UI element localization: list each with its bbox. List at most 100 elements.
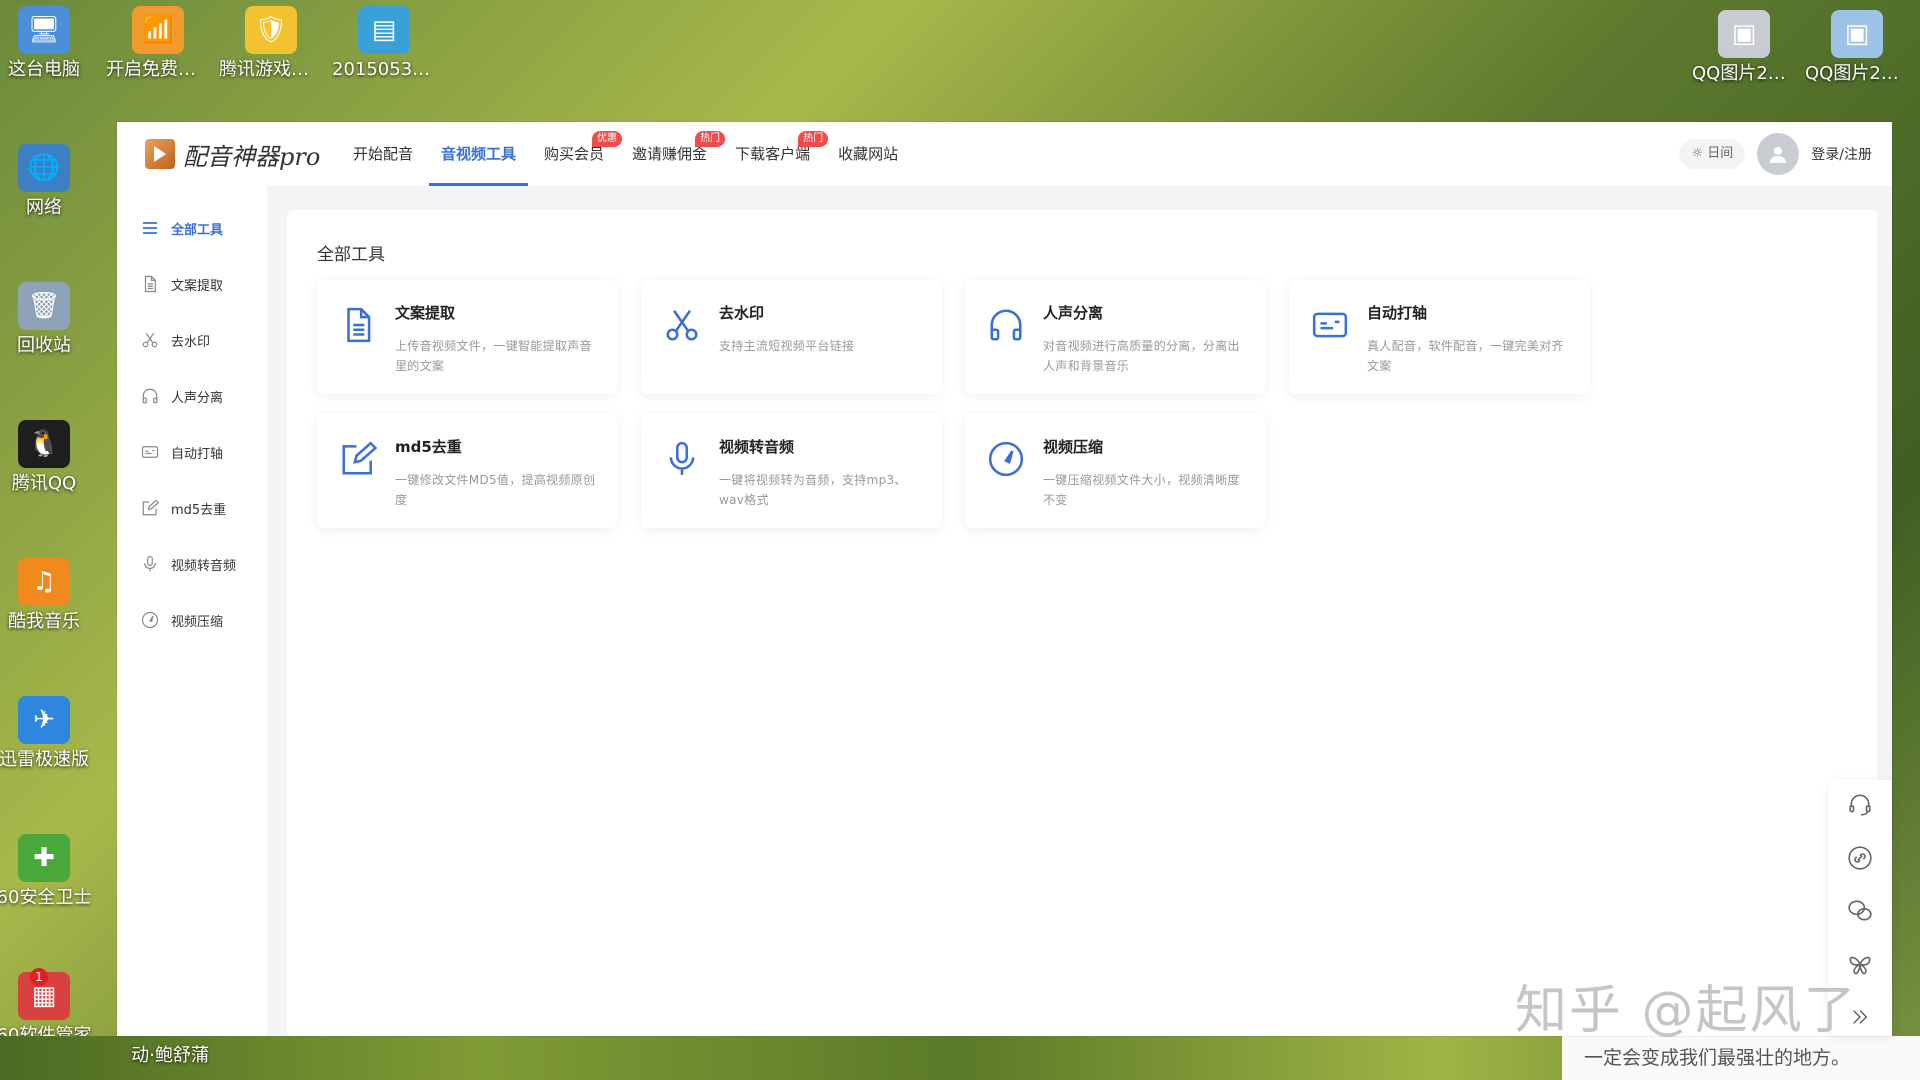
sidebar-item-1[interactable]: 文案提取 xyxy=(117,256,267,312)
notification-badge: 1 xyxy=(30,968,48,986)
main-nav: 开始配音 音视频工具 购买会员 优惠 邀请赚佣金 热门 下载客户端 热门 收藏网站 xyxy=(341,122,914,186)
tool-card-title: 视频转音频 xyxy=(719,438,795,456)
top-navigation-bar: 配音神器pro 开始配音 音视频工具 购买会员 优惠 邀请赚佣金 热门 下载客户端 热门 收藏网… xyxy=(117,122,1892,186)
tool-card[interactable]: md5去重 一键修改文件MD5值，提高视频原创度 xyxy=(317,414,617,528)
desktop-shortcut[interactable]: 🗑 回收站 xyxy=(0,282,96,358)
sidebar-item-2[interactable]: 去水印 xyxy=(117,312,267,368)
tool-card[interactable]: 视频压缩一键压缩视频文件大小，视频清晰度不变 xyxy=(965,414,1265,528)
sidebar-item-5[interactable]: md5去重 xyxy=(117,480,267,536)
document-icon xyxy=(339,306,377,344)
nav-item-5[interactable]: 收藏网站 xyxy=(826,122,910,186)
subtitle-icon xyxy=(1311,306,1349,344)
desktop-shortcut[interactable]: ✚ 60安全卫士 xyxy=(0,834,96,910)
app-window: 配音神器pro 开始配音 音视频工具 购买会员 优惠 邀请赚佣金 热门 下载客户端 热门 收藏网… xyxy=(117,122,1892,1036)
game-platform-icon: 🛡 xyxy=(245,6,297,54)
sidebar: 全部工具文案提取去水印人声分离自动打轴 md5去重视频转音频视频压缩 xyxy=(117,186,267,1036)
wechat-button[interactable] xyxy=(1828,886,1892,939)
desktop-shortcut-label: QQ图片20150529... xyxy=(1692,63,1796,84)
sidebar-item-label: 自动打轴 xyxy=(171,446,224,462)
tool-card-title: 去水印 xyxy=(719,304,765,322)
app-name: 配音神器pro xyxy=(183,142,321,171)
gauge-icon xyxy=(987,440,1025,478)
nav-item-3[interactable]: 邀请赚佣金 热门 xyxy=(620,122,726,186)
desktop-shortcut[interactable]: ▣ QQ图片20150529... xyxy=(1692,10,1796,86)
sidebar-item-6[interactable]: 视频转音频 xyxy=(117,536,267,592)
scissors-icon xyxy=(141,331,159,349)
desktop-shortcut[interactable]: 🛡 腾讯游戏平台 xyxy=(219,6,323,82)
nav-item-label: 购买会员 xyxy=(544,145,605,163)
desktop-shortcut-label: 60安全卫士 xyxy=(0,887,92,908)
nav-item-label: 收藏网站 xyxy=(838,145,899,163)
nav-item-label: 邀请赚佣金 xyxy=(632,145,708,163)
subtitle-icon xyxy=(141,443,159,461)
tool-card-title: 自动打轴 xyxy=(1367,304,1428,322)
app-logo[interactable]: 配音神器pro xyxy=(145,137,341,172)
link-icon xyxy=(1847,845,1873,875)
nav-item-0[interactable]: 开始配音 xyxy=(341,122,425,186)
desktop-shortcut[interactable]: ✈ 迅雷极速版 xyxy=(0,696,96,772)
sidebar-item-4[interactable]: 自动打轴 xyxy=(117,424,267,480)
nav-item-4[interactable]: 下载客户端 热门 xyxy=(723,122,829,186)
nav-item-2[interactable]: 购买会员 优惠 xyxy=(532,122,623,186)
nav-badge: 热门 xyxy=(695,131,726,147)
headphones-icon xyxy=(141,387,159,405)
tool-card[interactable]: 自动打轴真人配音，软件配音，一键完美对齐文案 xyxy=(1289,280,1589,394)
edit-icon xyxy=(141,499,159,517)
desktop-shortcut-label: 腾讯QQ xyxy=(11,473,77,494)
gauge-icon xyxy=(141,611,159,629)
wifi-icon: 📶 xyxy=(132,6,184,54)
theme-toggle-button[interactable]: ☼ 日间 xyxy=(1679,139,1746,169)
computer-icon: 🖥 xyxy=(18,6,70,54)
tool-card-description: 对音视频进行高质量的分离，分离出人声和背景音乐 xyxy=(1043,339,1240,373)
nav-badge: 热门 xyxy=(798,131,829,147)
desktop-shortcut-label: 这台电脑 xyxy=(8,59,80,80)
sidebar-item-label: 视频转音频 xyxy=(171,558,237,574)
sidebar-item-0[interactable]: 全部工具 xyxy=(117,200,267,256)
menu-list-icon xyxy=(141,219,159,237)
sidebar-item-label: 人声分离 xyxy=(171,390,224,406)
tool-card[interactable]: 视频转音频一键将视频转为音频，支持mp3、wav格式 xyxy=(641,414,941,528)
nav-item-label: 下载客户端 xyxy=(735,145,811,163)
nav-item-1[interactable]: 音视频工具 xyxy=(429,122,529,186)
edit-icon xyxy=(339,440,378,478)
login-register-link[interactable]: 登录/注册 xyxy=(1811,144,1872,164)
tool-card-title: 文案提取 xyxy=(395,304,456,322)
desktop-shortcut[interactable]: 🌐 网络 xyxy=(0,144,96,220)
desktop-shortcut[interactable]: 🐧 腾讯QQ xyxy=(0,420,96,496)
sidebar-item-label: 文案提取 xyxy=(171,278,224,294)
desktop-shortcut[interactable]: 📶 开启免费WiFi xyxy=(106,6,210,82)
network-icon: 🌐 xyxy=(18,144,70,192)
image-file-icon: ▣ xyxy=(1718,10,1770,58)
tool-card-title: 视频压缩 xyxy=(1043,438,1104,456)
tool-card[interactable]: 去水印 支持主流短视频平台链接 xyxy=(641,280,941,394)
desktop-shortcut-label: 回收站 xyxy=(17,335,71,356)
speaker-logo-icon xyxy=(145,139,175,169)
tool-card[interactable]: 人声分离 对音视频进行高质量的分离，分离出人声和背景音乐 xyxy=(965,280,1265,394)
desktop-shortcut-label: 迅雷极速版 xyxy=(0,749,89,770)
watermark-text: 知乎 @起风了 xyxy=(1515,981,1858,1041)
tool-card-description: 一键将视频转为音频，支持mp3、wav格式 xyxy=(719,473,907,507)
desktop-shortcut[interactable]: ♫ 酷我音乐 xyxy=(0,558,96,634)
desktop-shortcut[interactable]: ▤ 20150530素拓讯飞行-... xyxy=(332,6,436,82)
desktop-shortcut[interactable]: 🖥 这台电脑 xyxy=(0,6,96,82)
customer-service-icon xyxy=(1847,792,1873,822)
link-button[interactable] xyxy=(1828,833,1892,886)
nav-badge: 优惠 xyxy=(592,131,623,147)
tool-card[interactable]: 文案提取 上传音视频文件，一键智能提取声音里的文案 xyxy=(317,280,617,394)
qq-icon: 🐧 xyxy=(18,420,70,468)
recycle-bin-icon: 🗑 xyxy=(18,282,70,330)
desktop-shortcut[interactable]: ▣ QQ图片20150517... xyxy=(1805,10,1909,86)
sidebar-item-label: 去水印 xyxy=(171,334,211,350)
sidebar-item-label: 全部工具 xyxy=(171,222,224,238)
sidebar-item-3[interactable]: 人声分离 xyxy=(117,368,267,424)
avatar[interactable] xyxy=(1757,133,1800,175)
microphone-icon xyxy=(141,555,159,573)
desktop-shortcut-label: 腾讯游戏平台 xyxy=(219,59,323,80)
tool-card-description: 真人配音，软件配音，一键完美对齐文案 xyxy=(1367,339,1564,373)
tool-card-description: 一键压缩视频文件大小，视频清晰度不变 xyxy=(1043,473,1240,507)
wechat-icon xyxy=(1847,898,1873,928)
nav-item-label: 音视频工具 xyxy=(441,145,517,163)
customer-service-button[interactable] xyxy=(1828,780,1892,833)
desktop-shortcut-label: 开启免费WiFi xyxy=(106,59,210,80)
sidebar-item-7[interactable]: 视频压缩 xyxy=(117,592,267,648)
